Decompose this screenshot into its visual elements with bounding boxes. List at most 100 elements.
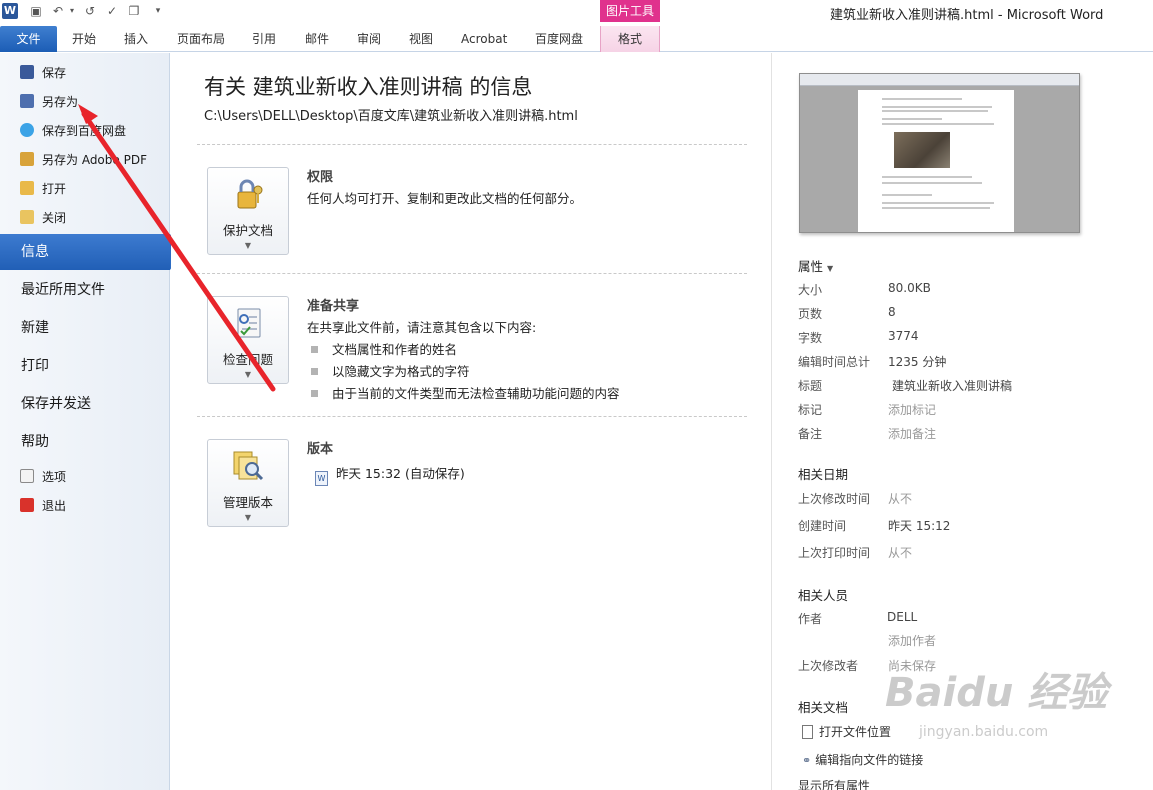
protect-document-button[interactable]: 保护文档 ▼ bbox=[207, 167, 289, 255]
tab-references[interactable]: 引用 bbox=[252, 26, 276, 52]
versions-title: 版本 bbox=[307, 442, 334, 457]
property-key: 创建时间 bbox=[798, 519, 847, 533]
add-comments-field[interactable]: 添加备注 bbox=[888, 425, 936, 442]
nav-open[interactable]: 打开 bbox=[20, 177, 66, 201]
undo-dropdown-icon[interactable]: ▾ bbox=[64, 3, 80, 19]
pdf-icon bbox=[20, 152, 34, 166]
author-label: 作者 bbox=[798, 612, 823, 626]
nav-save-to-baidu[interactable]: 保存到百度网盘 bbox=[20, 119, 126, 143]
last-printed-value: 从不 bbox=[888, 546, 913, 560]
lock-key-icon bbox=[230, 176, 266, 212]
dropdown-caret-icon: ▼ bbox=[244, 513, 252, 522]
related-documents-header: 相关文档 bbox=[798, 700, 849, 715]
divider bbox=[197, 144, 747, 145]
word-doc-icon: W bbox=[315, 471, 328, 486]
nav-close[interactable]: 关闭 bbox=[20, 206, 66, 230]
nav-save-as-pdf[interactable]: 另存为 Adobe PDF bbox=[20, 148, 147, 172]
tab-acrobat[interactable]: Acrobat bbox=[461, 26, 507, 52]
property-edit-time: 1235 分钟 bbox=[888, 355, 947, 369]
property-key: 标题 bbox=[798, 379, 823, 393]
save-icon bbox=[20, 65, 34, 79]
add-author-field[interactable]: 添加作者 bbox=[888, 632, 936, 649]
ribbon-tabs: 文件 开始 插入 页面布局 引用 邮件 审阅 视图 Acrobat 百度网盘 格… bbox=[0, 26, 1153, 52]
chevron-down-icon: ▼ bbox=[827, 264, 834, 273]
property-size: 80.0KB bbox=[888, 281, 931, 295]
property-key: 上次修改时间 bbox=[798, 492, 871, 506]
permissions-text: 任何人均可打开、复制和更改此文档的任何部分。 bbox=[307, 191, 583, 206]
nav-save-and-send[interactable]: 保存并发送 bbox=[0, 386, 170, 422]
tab-mailings[interactable]: 邮件 bbox=[305, 26, 329, 52]
window-title: 建筑业新收入准则讲稿.html - Microsoft Word bbox=[830, 8, 1104, 23]
divider bbox=[197, 273, 747, 274]
customize-qat-icon[interactable]: ▾ bbox=[150, 3, 166, 19]
inspect-document-icon bbox=[230, 305, 266, 341]
add-tags-field[interactable]: 添加标记 bbox=[888, 401, 936, 418]
file-path: C:\Users\DELL\Desktop\百度文库\建筑业新收入准则讲稿.ht… bbox=[204, 109, 578, 124]
save-icon[interactable]: ▣ bbox=[28, 3, 44, 19]
nav-exit[interactable]: 退出 bbox=[20, 494, 66, 518]
document-thumbnail[interactable] bbox=[799, 73, 1080, 233]
created-value: 昨天 15:12 bbox=[888, 519, 951, 533]
divider bbox=[197, 416, 747, 417]
tab-format[interactable]: 格式 bbox=[600, 26, 660, 52]
nav-new[interactable]: 新建 bbox=[0, 310, 170, 346]
author-value[interactable]: DELL bbox=[887, 610, 917, 624]
thumbnail-image bbox=[894, 132, 950, 168]
prepare-sharing-title: 准备共享 bbox=[307, 299, 360, 314]
last-modified-by-label: 上次修改者 bbox=[798, 659, 859, 673]
open-file-location-link[interactable]: 打开文件位置 bbox=[802, 723, 891, 740]
tab-review[interactable]: 审阅 bbox=[357, 26, 381, 52]
nav-info[interactable]: 信息 bbox=[0, 234, 182, 270]
property-key: 上次打印时间 bbox=[798, 546, 871, 560]
property-title[interactable]: 建筑业新收入准则讲稿 bbox=[892, 377, 1012, 394]
check-for-issues-button[interactable]: 检查问题 ▼ bbox=[207, 296, 289, 384]
tab-insert[interactable]: 插入 bbox=[124, 26, 148, 52]
tab-page-layout[interactable]: 页面布局 bbox=[177, 26, 225, 52]
info-panel: 有关 建筑业新收入准则讲稿 的信息 C:\Users\DELL\Desktop\… bbox=[171, 53, 771, 790]
page-title: 有关 建筑业新收入准则讲稿 的信息 bbox=[204, 75, 533, 99]
options-icon bbox=[20, 469, 34, 483]
tab-home[interactable]: 开始 bbox=[72, 26, 96, 52]
nav-print[interactable]: 打印 bbox=[0, 348, 170, 384]
permissions-title: 权限 bbox=[307, 170, 334, 185]
manage-versions-button[interactable]: 管理版本 ▼ bbox=[207, 439, 289, 527]
dropdown-caret-icon: ▼ bbox=[244, 241, 252, 250]
property-pages: 8 bbox=[888, 305, 896, 319]
property-key: 大小 bbox=[798, 283, 823, 297]
word-logo-icon[interactable]: W bbox=[2, 3, 18, 19]
tab-view[interactable]: 视图 bbox=[409, 26, 433, 52]
list-item: 由于当前的文件类型而无法检查辅助功能问题的内容 bbox=[311, 383, 620, 402]
tab-file[interactable]: 文件 bbox=[0, 26, 57, 52]
exit-icon bbox=[20, 498, 34, 512]
property-words: 3774 bbox=[888, 329, 919, 343]
file-icon bbox=[802, 725, 813, 739]
nav-save[interactable]: 保存 bbox=[20, 61, 66, 85]
nav-save-as[interactable]: 另存为 bbox=[20, 90, 78, 114]
show-all-properties-link[interactable]: 显示所有属性 bbox=[798, 777, 870, 790]
edit-links-link[interactable]: ⚭ 编辑指向文件的链接 bbox=[802, 751, 923, 768]
list-item: 文档属性和作者的姓名 bbox=[311, 339, 457, 358]
nav-options[interactable]: 选项 bbox=[20, 465, 66, 489]
list-item: 以隐藏文字为格式的字符 bbox=[311, 361, 470, 380]
save-as-icon bbox=[20, 94, 34, 108]
version-entry[interactable]: W 昨天 15:32 (自动保存) bbox=[315, 463, 465, 486]
property-key: 字数 bbox=[798, 331, 823, 345]
title-bar: W ▣ ↶ ▾ ↺ ✓ ❐ ▾ 图片工具 建筑业新收入准则讲稿.html - M… bbox=[0, 0, 1153, 26]
close-folder-icon bbox=[20, 210, 34, 224]
nav-recent[interactable]: 最近所用文件 bbox=[0, 272, 170, 308]
versions-icon bbox=[230, 448, 266, 484]
tab-baidu-netdisk[interactable]: 百度网盘 bbox=[535, 26, 583, 52]
properties-header[interactable]: 属性 ▼ bbox=[798, 256, 833, 275]
spelling-icon[interactable]: ✓ bbox=[104, 3, 120, 19]
copy-icon[interactable]: ❐ bbox=[126, 3, 142, 19]
open-folder-icon bbox=[20, 181, 34, 195]
property-key: 标记 bbox=[798, 403, 823, 417]
property-key: 页数 bbox=[798, 307, 823, 321]
nav-help[interactable]: 帮助 bbox=[0, 424, 170, 460]
property-key: 备注 bbox=[798, 427, 823, 441]
dropdown-caret-icon: ▼ bbox=[244, 370, 252, 379]
baidu-jingyan-watermark: Baidu 经验 jingyan.baidu.com bbox=[885, 670, 1108, 740]
related-dates-header: 相关日期 bbox=[798, 467, 849, 482]
redo-icon[interactable]: ↺ bbox=[82, 3, 98, 19]
related-people-header: 相关人员 bbox=[798, 588, 849, 603]
